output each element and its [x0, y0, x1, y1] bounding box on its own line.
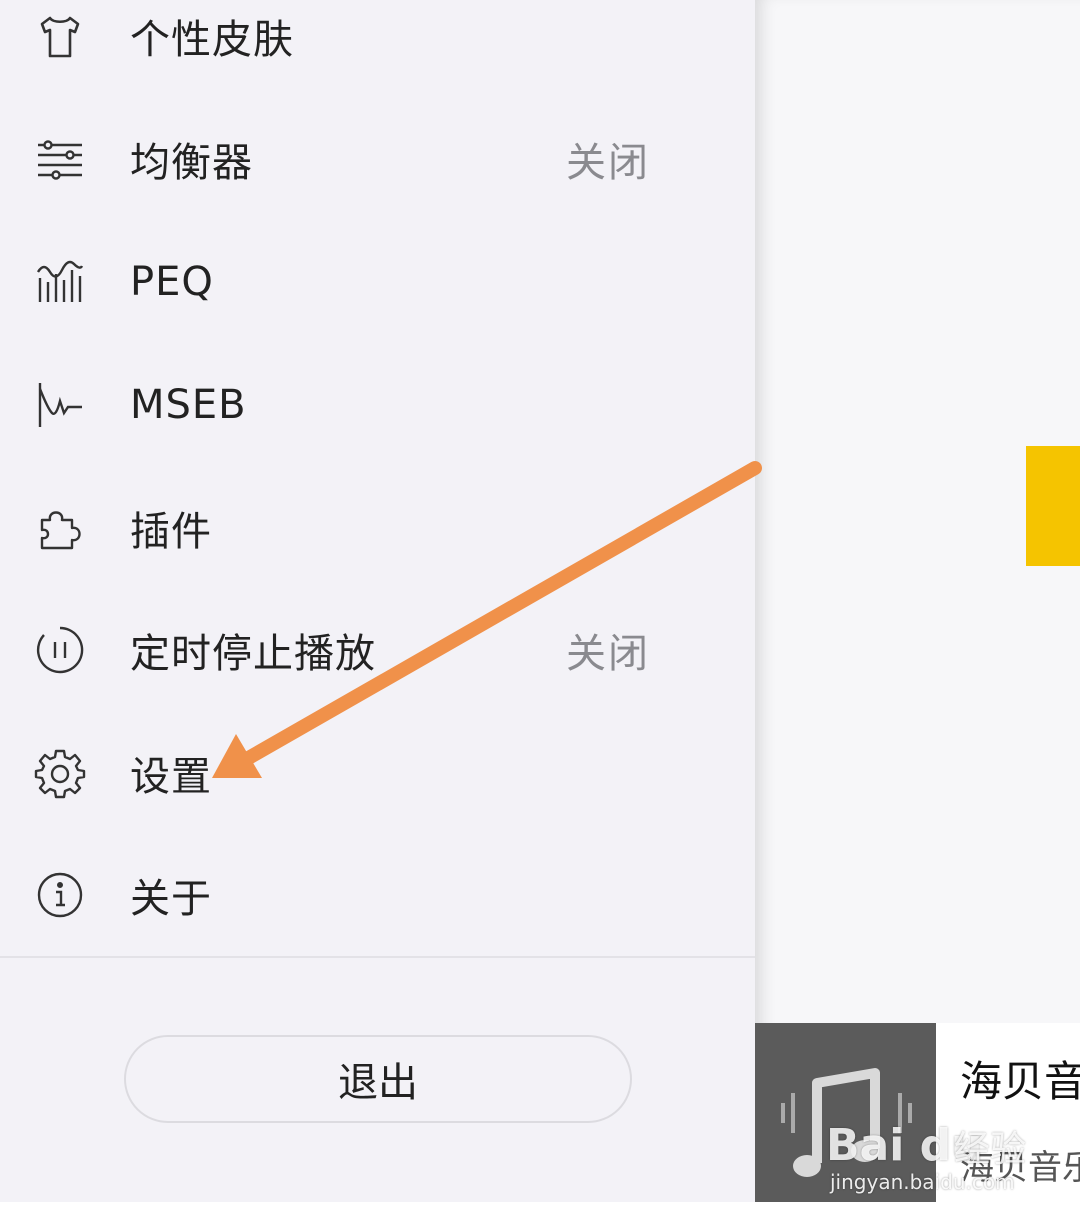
menu-label: 设置 — [130, 754, 212, 800]
bottom-strip — [0, 1202, 1080, 1219]
menu-item-equalizer[interactable]: 均衡器 关闭 — [0, 99, 755, 219]
main-content-area — [755, 0, 1080, 1202]
watermark-url: jingyan.baidu.com — [830, 1170, 1015, 1194]
puzzle-icon — [34, 502, 86, 554]
menu-item-sleep-timer[interactable]: 定时停止播放 关闭 — [0, 590, 755, 710]
equalizer-status: 关闭 — [566, 140, 650, 186]
menu-item-settings[interactable]: 设置 — [0, 713, 755, 833]
peq-graph-icon — [34, 256, 86, 308]
waveform-icon — [34, 379, 86, 431]
tshirt-icon — [34, 10, 86, 62]
gear-icon — [34, 747, 86, 799]
sleep-timer-status: 关闭 — [566, 631, 650, 677]
menu-item-skin[interactable]: 个性皮肤 — [0, 0, 755, 96]
baidu-watermark: Bai du 经验 jingyan.baidu.com — [826, 1100, 1066, 1196]
menu-label: 个性皮肤 — [130, 17, 294, 63]
exit-button[interactable]: 退出 — [124, 1035, 632, 1123]
menu-label: 插件 — [130, 509, 212, 555]
banner-card[interactable] — [1026, 446, 1080, 566]
menu-item-plugins[interactable]: 插件 — [0, 468, 755, 588]
info-icon — [34, 869, 86, 921]
menu-item-mseb[interactable]: MSEB — [0, 345, 755, 465]
watermark-text: 经验 — [954, 1129, 1027, 1170]
menu-label: 定时停止播放 — [130, 631, 376, 677]
menu-label: PEQ — [130, 259, 214, 305]
menu-item-peq[interactable]: PEQ — [0, 222, 755, 342]
sliders-icon — [34, 133, 86, 185]
menu-label: 均衡器 — [130, 140, 253, 186]
menu-label: MSEB — [130, 382, 247, 428]
side-drawer: 个性皮肤 均衡器 关闭 PEQ MSEB 插件 定时停止播放 关闭 设置 关于 … — [0, 0, 755, 1202]
menu-label: 关于 — [130, 876, 212, 922]
menu-item-about[interactable]: 关于 — [0, 835, 755, 955]
timer-pause-icon — [34, 624, 86, 676]
divider — [0, 956, 755, 958]
